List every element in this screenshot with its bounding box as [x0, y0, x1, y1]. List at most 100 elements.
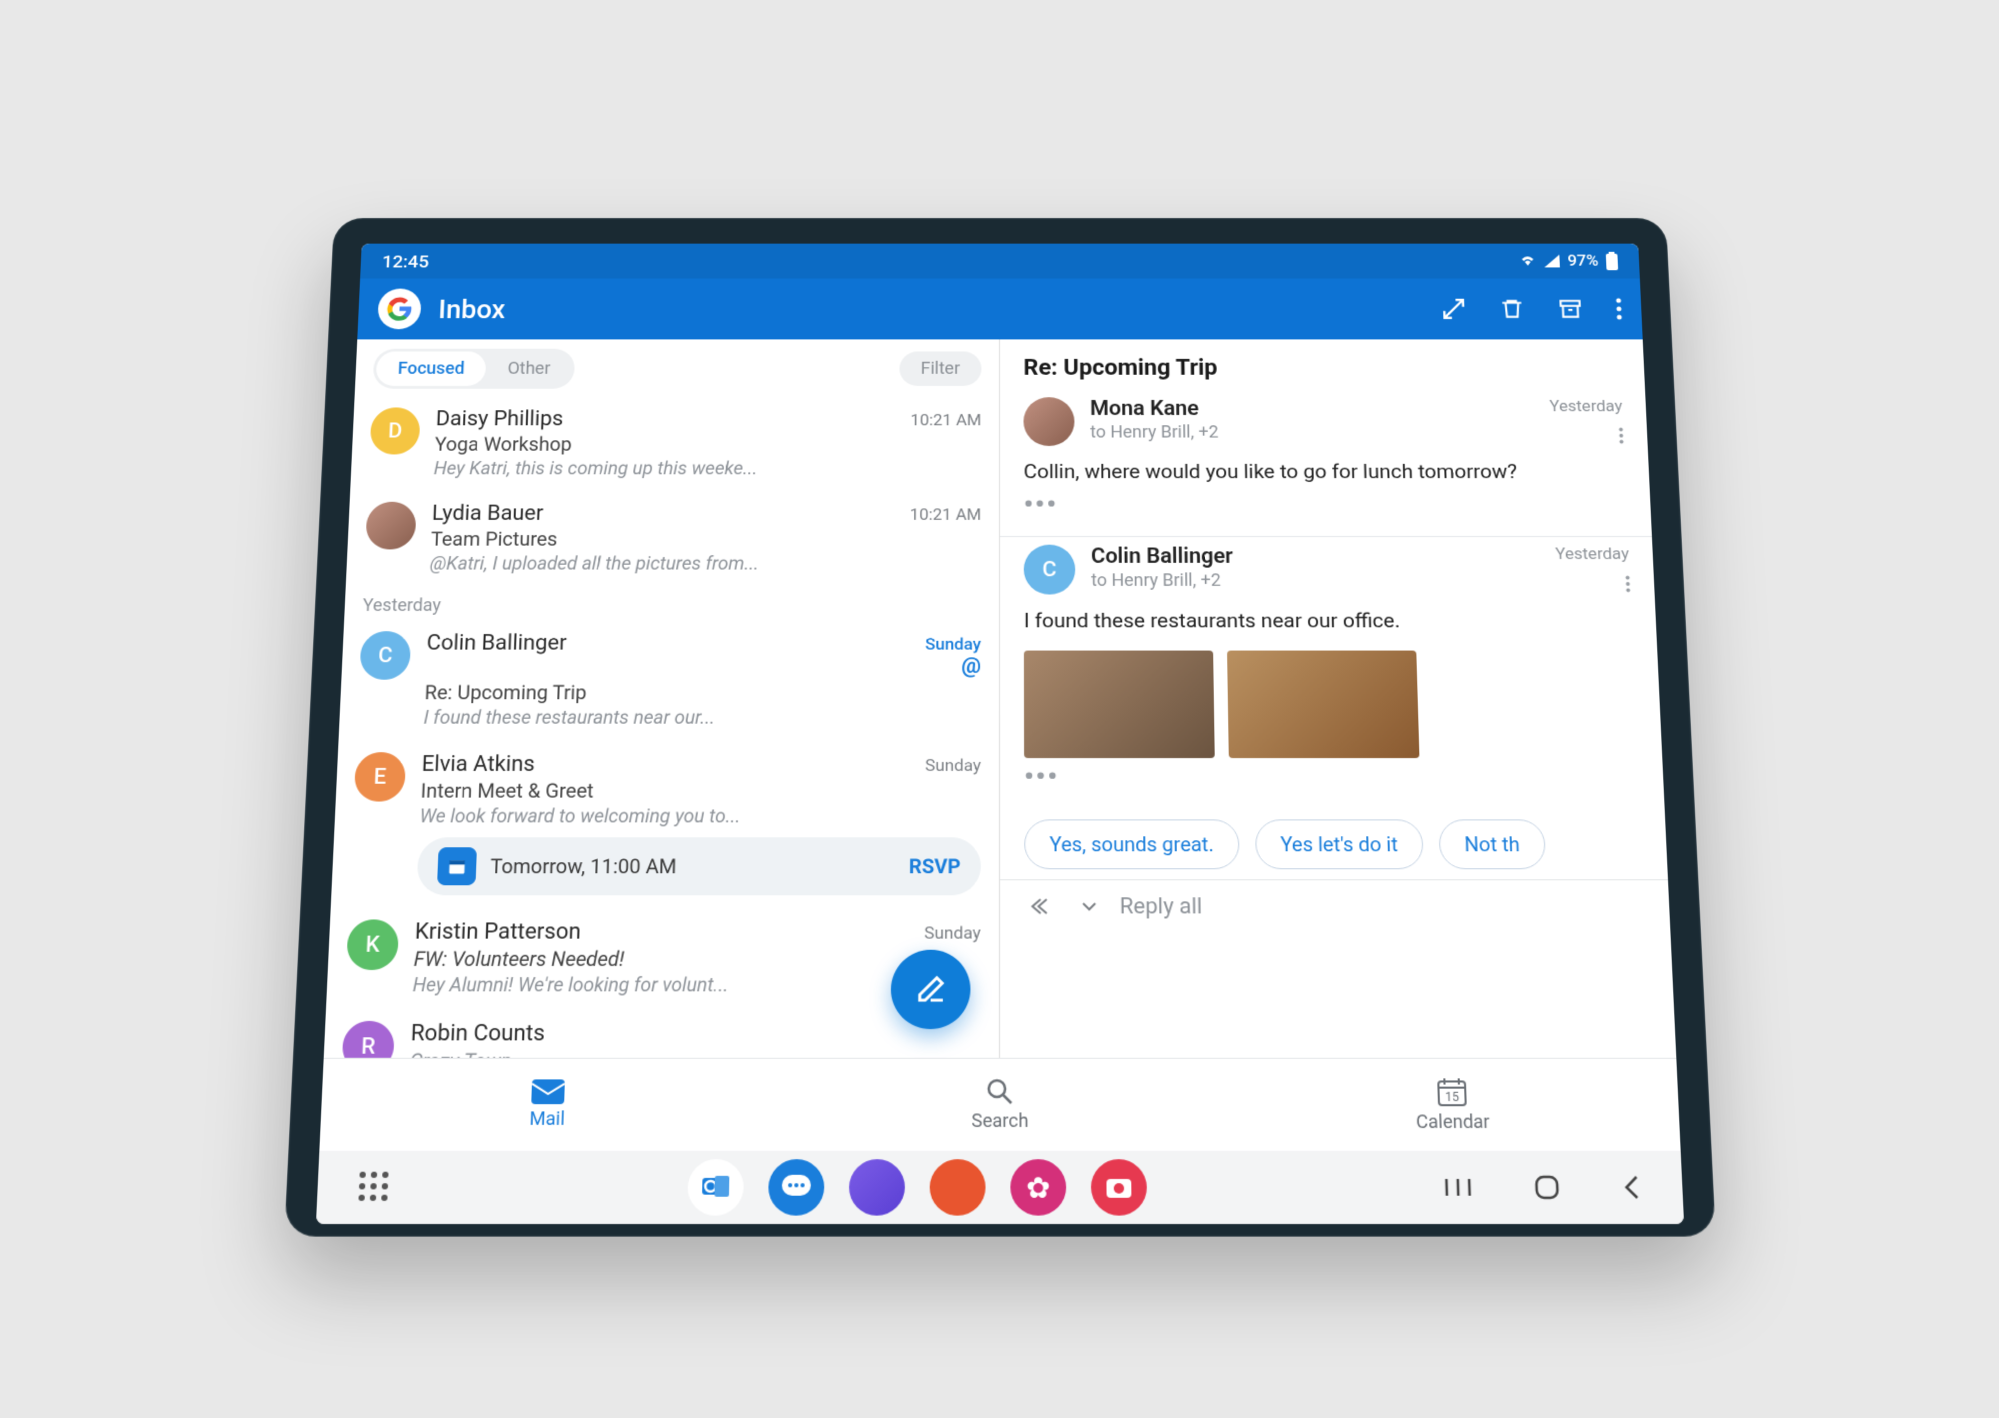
- email-item[interactable]: R Robin Counts Crazy Town: [323, 1009, 998, 1058]
- attachment-image[interactable]: [1023, 650, 1214, 758]
- app-drawer-icon[interactable]: [358, 1172, 390, 1203]
- email-sender: Kristin Patterson: [414, 919, 581, 944]
- sender-avatar: E: [353, 752, 405, 801]
- dock-app-messages[interactable]: [767, 1159, 824, 1215]
- back-button[interactable]: [1621, 1174, 1641, 1201]
- signal-icon: [1544, 255, 1560, 268]
- dock-app-gallery[interactable]: ✿: [1010, 1159, 1066, 1215]
- message-avatar: C: [1023, 545, 1075, 595]
- message-card[interactable]: C Colin Ballinger to Henry Brill, +2 Yes…: [1000, 537, 1665, 809]
- foldable-device-frame: 12:45 97% Inbox: [284, 218, 1716, 1237]
- email-sender: Colin Ballinger: [426, 631, 567, 655]
- reply-bar[interactable]: Reply all: [1000, 879, 1670, 933]
- android-status-bar: 12:45 97%: [360, 244, 1640, 279]
- message-avatar: [1023, 397, 1074, 446]
- email-subject: Intern Meet & Greet: [420, 779, 981, 803]
- email-preview: I found these restaurants near our...: [423, 706, 981, 729]
- dock-app-camera[interactable]: [1090, 1159, 1146, 1215]
- wifi-icon: [1518, 255, 1536, 268]
- attachment-image[interactable]: [1227, 650, 1419, 758]
- expand-quote-icon[interactable]: •••: [1024, 758, 1640, 799]
- reply-all-icon[interactable]: [1028, 896, 1058, 918]
- battery-percent: 97%: [1567, 252, 1599, 270]
- tab-other[interactable]: Other: [485, 351, 572, 385]
- email-preview: @Katri, I uploaded all the pictures from…: [429, 552, 981, 574]
- email-item[interactable]: E Elvia Atkins Sunday Intern Meet & Gree…: [330, 740, 998, 907]
- screen-content: 12:45 97% Inbox: [315, 244, 1683, 1224]
- tab-label: Calendar: [1415, 1111, 1489, 1133]
- suggested-reply[interactable]: Yes, sounds great.: [1024, 819, 1239, 869]
- battery-icon: [1605, 252, 1617, 270]
- email-time: Sunday: [924, 923, 981, 943]
- sender-avatar-photo: [365, 502, 416, 550]
- mailbox-list-pane: Focused Other Filter D Daisy Phillips 10…: [323, 339, 999, 1057]
- tab-mail[interactable]: Mail: [319, 1059, 774, 1151]
- compose-fab[interactable]: [890, 950, 970, 1029]
- email-sender: Elvia Atkins: [421, 752, 535, 777]
- more-icon[interactable]: [1615, 297, 1622, 321]
- expand-quote-icon[interactable]: •••: [1023, 487, 1627, 527]
- message-more-icon[interactable]: [1618, 427, 1624, 444]
- dock-app-browser[interactable]: [848, 1159, 904, 1215]
- email-subject: FW: Volunteers Needed!: [413, 947, 980, 971]
- app-title: Inbox: [437, 294, 1423, 324]
- sender-avatar: C: [359, 631, 411, 680]
- email-time: 10:21 AM: [910, 411, 981, 430]
- message-sender: Mona Kane: [1089, 397, 1533, 420]
- email-sender: Robin Counts: [410, 1021, 545, 1047]
- tab-label: Mail: [529, 1108, 565, 1130]
- tab-search[interactable]: Search: [773, 1059, 1227, 1151]
- dock-app-notes[interactable]: [929, 1159, 985, 1215]
- recents-button[interactable]: [1444, 1177, 1472, 1198]
- email-sender: Daisy Phillips: [435, 407, 563, 430]
- archive-icon[interactable]: [1557, 297, 1583, 321]
- email-time: Sunday: [925, 635, 981, 654]
- reading-pane: Re: Upcoming Trip Mona Kane to Henry Bri…: [1000, 339, 1676, 1057]
- email-preview: We look forward to welcoming you to...: [419, 805, 981, 828]
- email-item[interactable]: D Daisy Phillips 10:21 AM Yoga Workshop …: [350, 396, 999, 490]
- email-time: Sunday: [925, 756, 981, 776]
- suggested-reply[interactable]: Yes let's do it: [1254, 819, 1423, 869]
- date-header-yesterday: Yesterday: [344, 586, 999, 620]
- message-body: Collin, where would you like to go for l…: [1023, 459, 1625, 487]
- email-preview: Hey Katri, this is coming up this weeke.…: [433, 457, 981, 479]
- tab-label: Search: [971, 1110, 1028, 1132]
- app-header: Inbox: [357, 278, 1642, 339]
- calendar-event-icon: [437, 847, 477, 885]
- email-subject: Re: Upcoming Trip: [424, 681, 981, 704]
- message-more-icon[interactable]: [1625, 576, 1631, 593]
- message-time: Yesterday: [1549, 397, 1623, 416]
- suggested-replies: Yes, sounds great. Yes let's do it Not t…: [1000, 809, 1668, 879]
- chevron-down-icon[interactable]: [1081, 902, 1097, 912]
- rsvp-time: Tomorrow, 11:00 AM: [489, 854, 894, 878]
- email-list[interactable]: D Daisy Phillips 10:21 AM Yoga Workshop …: [323, 396, 998, 1058]
- email-sender: Lydia Bauer: [431, 502, 543, 526]
- dock-app-outlook[interactable]: [687, 1159, 744, 1215]
- rsvp-button[interactable]: RSVP: [908, 854, 960, 878]
- account-avatar[interactable]: [377, 289, 422, 330]
- email-subject: Yoga Workshop: [434, 433, 981, 456]
- rsvp-pill: Tomorrow, 11:00 AM RSVP: [416, 837, 980, 895]
- sender-avatar: D: [369, 407, 420, 454]
- home-button[interactable]: [1532, 1174, 1560, 1201]
- svg-text:15: 15: [1444, 1090, 1459, 1105]
- email-item[interactable]: Lydia Bauer 10:21 AM Team Pictures @Katr…: [345, 490, 998, 585]
- message-card[interactable]: Mona Kane to Henry Brill, +2 Yesterday C…: [1000, 390, 1652, 537]
- suggested-reply[interactable]: Not th: [1438, 819, 1545, 869]
- message-time: Yesterday: [1555, 545, 1629, 564]
- email-subject: Crazy Town: [409, 1049, 980, 1058]
- clock: 12:45: [381, 250, 429, 271]
- delete-icon[interactable]: [1498, 297, 1524, 321]
- fullscreen-icon[interactable]: [1440, 297, 1466, 321]
- inbox-tabs: Focused Other: [372, 349, 575, 389]
- tab-calendar[interactable]: 15 Calendar: [1225, 1059, 1680, 1151]
- filter-button[interactable]: Filter: [899, 351, 981, 385]
- android-nav-bar: ✿: [315, 1151, 1683, 1224]
- email-time: 10:21 AM: [909, 506, 981, 525]
- email-item[interactable]: C Colin Ballinger Sunday @ Re: Upcoming …: [338, 620, 998, 741]
- tab-focused[interactable]: Focused: [375, 351, 486, 385]
- message-recipients: to Henry Brill, +2: [1090, 422, 1535, 442]
- message-body: I found these restaurants near our offic…: [1023, 608, 1632, 636]
- thread-subject: Re: Upcoming Trip: [1000, 339, 1645, 389]
- message-recipients: to Henry Brill, +2: [1091, 571, 1541, 591]
